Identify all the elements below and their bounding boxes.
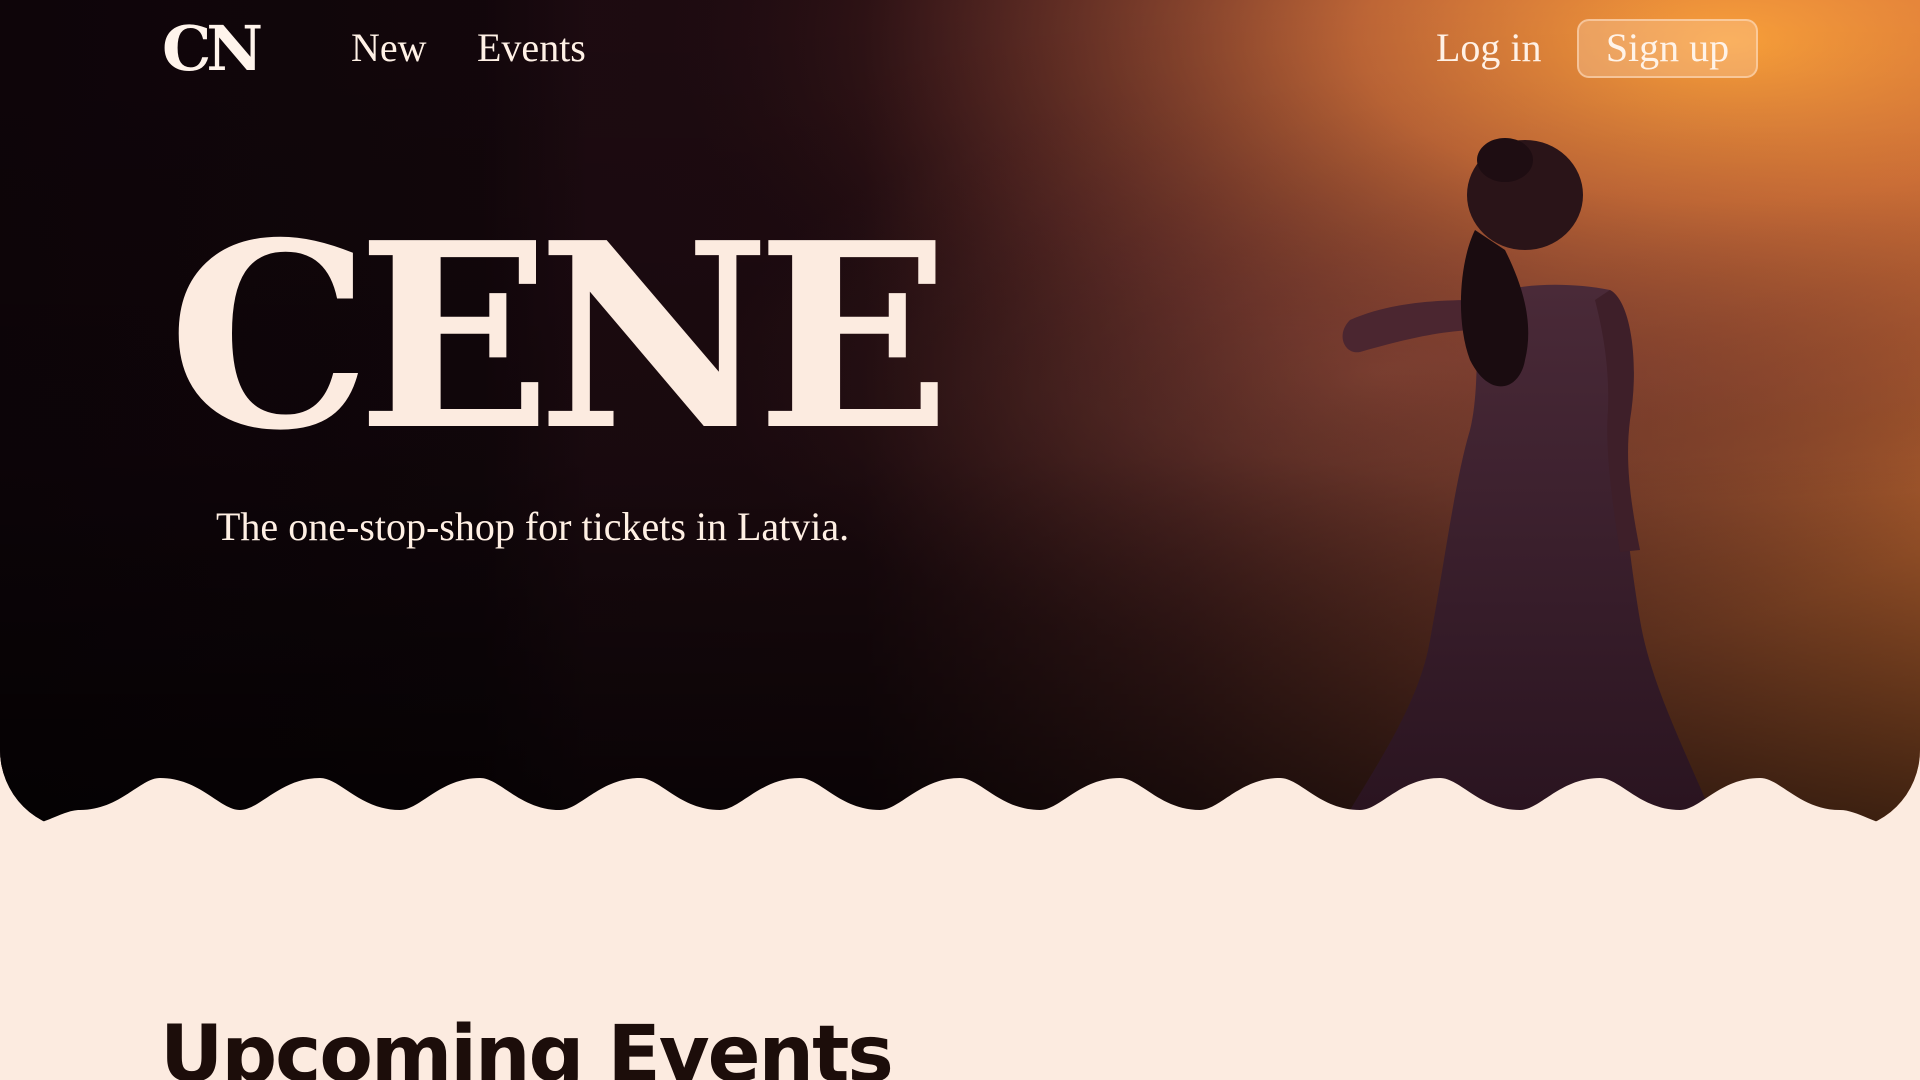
logo[interactable]: CN (162, 18, 263, 80)
hero-banner: CN New Events Log in Sign up CENE The on… (0, 0, 1920, 830)
wave-divider (0, 778, 1920, 860)
landing-page: CN New Events Log in Sign up CENE The on… (0, 0, 1920, 1080)
top-nav: CN New Events Log in Sign up (0, 0, 1920, 100)
signup-button[interactable]: Sign up (1577, 19, 1758, 78)
nav-link-new[interactable]: New (351, 24, 427, 72)
nav-link-events[interactable]: Events (477, 24, 586, 72)
hero-tagline: The one-stop-shop for tickets in Latvia. (216, 504, 850, 549)
upcoming-events-heading: Upcoming Events (160, 1010, 894, 1080)
hero-title: CENE (168, 188, 951, 487)
login-link[interactable]: Log in (1436, 24, 1542, 72)
